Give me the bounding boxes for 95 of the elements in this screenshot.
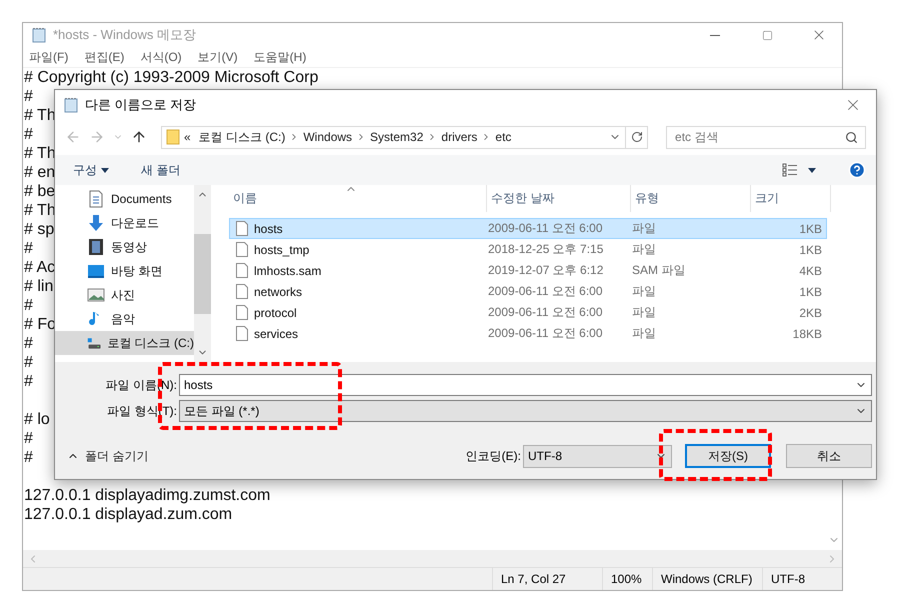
- new-folder-button[interactable]: 새 폴더: [139, 160, 182, 180]
- nav-item[interactable]: 바탕 화면: [55, 259, 194, 283]
- picture-icon: [87, 286, 105, 304]
- file-size: 1KB: [798, 284, 823, 298]
- file-type: 파일: [632, 241, 657, 258]
- nav-item[interactable]: 음악: [55, 307, 194, 331]
- status-text: 100%: [602, 568, 652, 590]
- field-label: 인코딩(E):: [466, 448, 521, 464]
- file-date: 2009-06-11 오전 6:00: [488, 325, 604, 342]
- menu-item[interactable]: 편집(E): [84, 48, 124, 66]
- path-segment[interactable]: System32: [366, 130, 428, 144]
- film-icon: [87, 238, 105, 256]
- file-size: 1KB: [798, 222, 823, 236]
- document-icon: [87, 190, 105, 208]
- file-row[interactable]: networks 2009-06-11 오전 6:00 파일 1KB: [229, 281, 827, 302]
- file-size: 2KB: [798, 306, 823, 320]
- maximize-icon: [762, 30, 772, 40]
- folder-icon: [166, 129, 180, 145]
- filename-field[interactable]: hosts: [179, 374, 872, 396]
- column-header[interactable]: 이름: [229, 185, 487, 212]
- file-type: 파일: [632, 220, 657, 237]
- file-date: 2009-06-11 오전 6:00: [488, 304, 604, 321]
- path-segment[interactable]: drivers: [437, 130, 482, 144]
- view-caret-icon[interactable]: [808, 168, 816, 172]
- file-icon: [236, 284, 248, 299]
- file-date: 2009-06-11 오전 6:00: [488, 283, 604, 300]
- file-name: hosts_tmp: [254, 242, 310, 256]
- column-header[interactable]: 수정한 날짜: [487, 185, 631, 212]
- file-name: services: [254, 326, 298, 340]
- dialog-title: 다른 이름으로 저장: [85, 96, 198, 114]
- file-icon: [236, 221, 248, 236]
- menu-item[interactable]: 보기(V): [198, 48, 238, 66]
- address-bar[interactable]: « 로컬 디스크 (C:) Windows System32 drivers etc: [161, 126, 648, 148]
- overflow-text[interactable]: «: [180, 130, 195, 144]
- file-row[interactable]: lmhosts.sam 2019-12-07 오후 6:12 SAM 파일 4KB: [229, 260, 827, 281]
- file-row[interactable]: services 2009-06-11 오전 6:00 파일 18KB: [229, 323, 827, 344]
- path-segment[interactable]: Windows: [299, 130, 356, 144]
- window-title: *hosts - Windows 메모장: [53, 26, 198, 44]
- menu-item[interactable]: 도움말(H): [254, 48, 306, 66]
- nav-item[interactable]: 사진: [55, 283, 194, 307]
- status-text: UTF-8: [762, 568, 842, 590]
- save-button[interactable]: 저장(S): [685, 444, 771, 468]
- up-icon[interactable]: [131, 129, 147, 145]
- path-segment[interactable]: etc: [491, 130, 516, 144]
- file-icon: [236, 326, 248, 341]
- nav-item[interactable]: Documents: [55, 187, 194, 211]
- file-icon: [236, 305, 248, 320]
- path-segment[interactable]: 로컬 디스크 (C:): [194, 128, 290, 146]
- file-size: 1KB: [798, 242, 823, 256]
- cancel-button[interactable]: 취소: [786, 444, 872, 468]
- nav-item[interactable]: 로컬 디스크 (C:): [55, 331, 194, 355]
- file-type: 파일: [632, 325, 657, 342]
- organize-button[interactable]: 구성: [71, 160, 111, 180]
- file-name: protocol: [254, 306, 297, 320]
- menu-item[interactable]: 서식(O): [140, 48, 182, 66]
- download-icon: [87, 214, 105, 232]
- search-icon: [845, 130, 858, 144]
- file-name: hosts: [254, 222, 283, 236]
- nav-item[interactable]: 동영상: [55, 235, 194, 259]
- file-icon: [236, 242, 248, 257]
- help-icon[interactable]: [848, 161, 866, 179]
- refresh-icon: [630, 131, 643, 143]
- hide-folders-button[interactable]: 폴더 숨기기: [67, 448, 148, 464]
- file-name: lmhosts.sam: [254, 264, 322, 278]
- notepad-icon: [31, 27, 47, 43]
- file-row[interactable]: hosts_tmp 2018-12-25 오후 7:15 파일 1KB: [229, 239, 827, 260]
- file-row[interactable]: hosts 2009-06-11 오전 6:00 파일 1KB: [229, 218, 827, 239]
- file-size: 4KB: [798, 264, 823, 278]
- menu-item[interactable]: 파일(F): [29, 48, 68, 66]
- file-name: networks: [254, 284, 302, 298]
- search-field[interactable]: etc 검색: [666, 126, 866, 148]
- column-header[interactable]: 유형: [631, 185, 751, 212]
- scrollbar[interactable]: [194, 185, 211, 362]
- file-date: 2018-12-25 오후 7:15: [488, 241, 604, 258]
- notepad-icon: [63, 96, 79, 112]
- file-date: 2019-12-07 오후 6:12: [488, 262, 604, 279]
- view-icon[interactable]: [782, 163, 798, 177]
- forward-icon[interactable]: [89, 129, 105, 145]
- desktop-icon: [87, 262, 105, 280]
- encoding-dropdown[interactable]: UTF-8: [523, 444, 672, 468]
- caret-icon: [101, 168, 109, 172]
- status-text: Ln 7, Col 27: [492, 568, 602, 590]
- file-type: 파일: [632, 283, 657, 300]
- file-row[interactable]: protocol 2009-06-11 오전 6:00 파일 2KB: [229, 302, 827, 323]
- file-date: 2009-06-11 오전 6:00: [488, 220, 604, 237]
- minimize-icon: [710, 34, 720, 36]
- file-size: 18KB: [792, 326, 823, 340]
- filetype-dropdown[interactable]: 모든 파일 (*.*): [179, 400, 872, 422]
- file-type: 파일: [632, 304, 657, 321]
- file-icon: [236, 263, 248, 278]
- back-icon[interactable]: [65, 129, 81, 145]
- column-header[interactable]: 크기: [751, 185, 831, 212]
- file-type: SAM 파일: [632, 262, 686, 279]
- status-text: Windows (CRLF): [652, 568, 762, 590]
- nav-item[interactable]: 다운로드: [55, 211, 194, 235]
